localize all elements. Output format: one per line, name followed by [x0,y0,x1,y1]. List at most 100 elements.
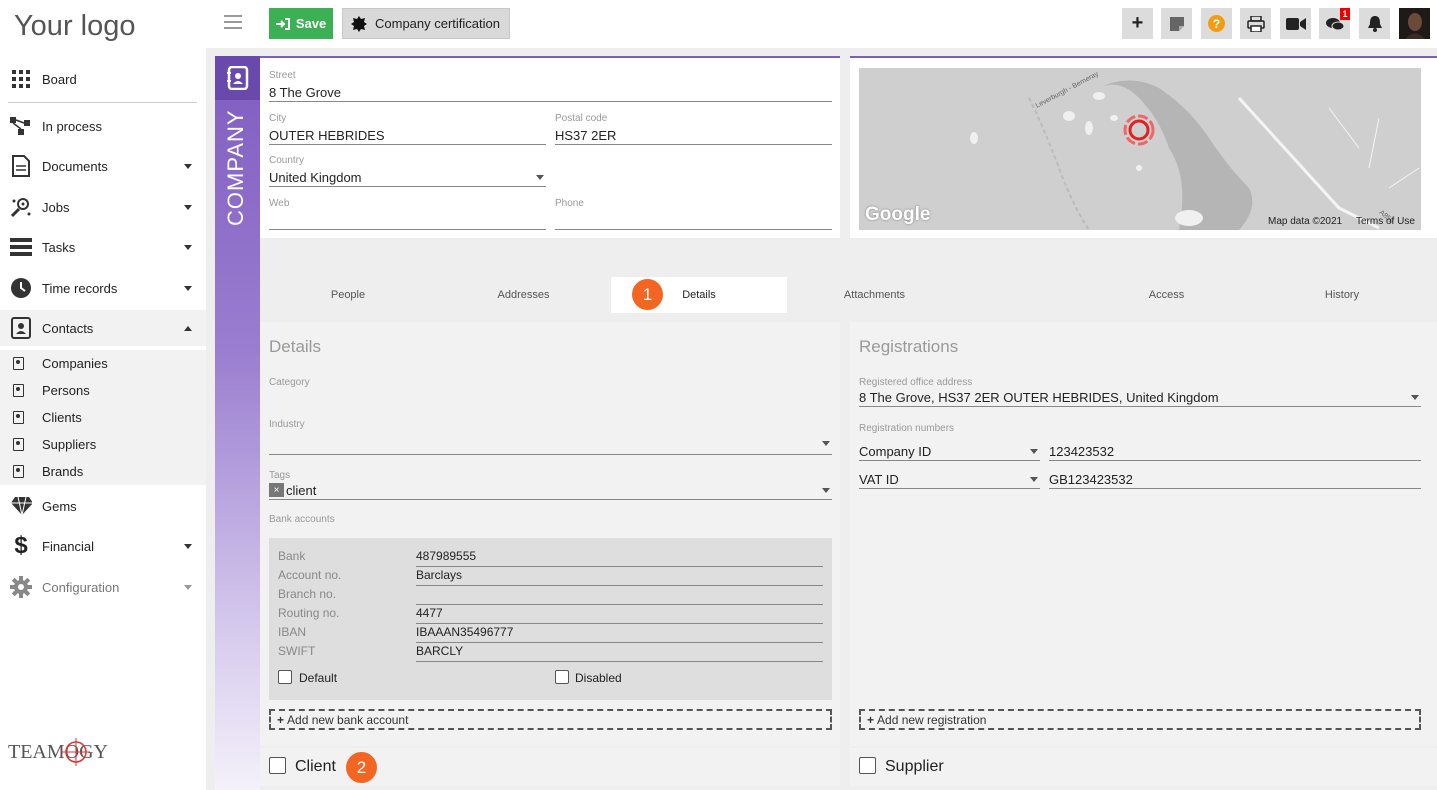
add-bank-label: Add new bank account [287,712,409,727]
video-button[interactable] [1280,8,1311,39]
sidebar-item-label: Tasks [42,239,76,255]
add-registration-button[interactable]: + Add new registration [859,709,1421,730]
sidebar-item-jobs[interactable]: Jobs [0,189,206,225]
sidebar-item-configuration[interactable]: Configuration [0,569,206,605]
print-icon [1246,15,1265,32]
company-certification-button[interactable]: Company certification [342,8,510,39]
clock-icon [10,277,32,299]
brand-logo: TEAMOGY [8,736,123,776]
video-icon [1285,17,1306,30]
sidebar-item-board[interactable]: Board [0,61,206,97]
default-checkbox[interactable] [278,670,292,684]
sidebar-item-gems[interactable]: Gems [0,488,206,524]
bank-row-iban[interactable]: IBAN IBAAAN35496777 [269,624,832,643]
sidebar-subitem-label: Suppliers [42,437,97,452]
sidebar-item-time-records[interactable]: Time records [0,270,206,306]
sidebar-item-label: Configuration [42,579,120,595]
bank-row-value: BARCLY [416,644,464,658]
registration-type-value: Company ID [859,444,932,459]
country-select[interactable]: Country United Kingdom [269,155,546,189]
sidebar-item-documents[interactable]: Documents [0,148,206,184]
tags-select[interactable]: Tags × client [269,470,832,504]
caret-down-icon [1411,395,1419,400]
sidebar-item-contacts[interactable]: Contacts [0,310,206,346]
menu-icon[interactable] [224,15,242,29]
country-value: United Kingdom [269,170,362,185]
registration-numbers-label: Registration numbers [859,423,955,434]
registration-number-field[interactable]: 123423532 [1049,440,1421,462]
registered-office-select[interactable]: Registered office address 8 The Grove, H… [859,377,1421,411]
office-value: 8 The Grove, HS37 2ER OUTER HEBRIDES, Un… [859,390,1219,405]
supplier-checkbox[interactable] [859,757,876,774]
help-button[interactable]: ? [1201,8,1232,39]
default-label: Default [299,671,338,685]
phone-field[interactable]: Phone [555,198,832,232]
add-button[interactable]: + [1122,8,1153,39]
tab-access[interactable]: Access [1079,277,1254,313]
tab-history[interactable]: History [1254,277,1430,313]
top-bar: Save Company certification + ? 1 [206,0,1437,48]
category-field[interactable]: Category [269,377,832,411]
add-bank-account-button[interactable]: + Add new bank account [269,709,832,730]
sidebar-subitem-persons[interactable]: Persons [0,377,206,404]
chevron-down-icon [184,245,192,250]
postal-code-field[interactable]: Postal code HS37 2ER [555,113,832,147]
bank-row-account[interactable]: Account no. Barclays [269,567,832,586]
city-value: OUTER HEBRIDES [269,128,385,143]
details-card: Details Category Industry Tags × client … [260,322,840,746]
contact-card-icon [13,411,24,424]
remove-tag-icon[interactable]: × [269,483,284,497]
client-checkbox[interactable] [269,757,286,774]
tab-people[interactable]: People [260,277,436,313]
sidebar-item-label: Gems [42,498,77,514]
registration-number-field[interactable]: GB123423532 [1049,468,1421,490]
map[interactable]: Leverburgh - Berneray A859 Google Map da… [859,68,1421,230]
bank-row-value: Barclays [416,568,463,582]
bank-row-label: Account no. [278,568,342,582]
bank-row-swift[interactable]: SWIFT BARCLY [269,643,832,662]
step-badge-1: 1 [632,279,663,310]
tab-label: History [1324,289,1360,301]
city-field[interactable]: City OUTER HEBRIDES [269,113,546,147]
registration-type-select[interactable]: Company ID [859,440,1040,462]
note-button[interactable] [1161,8,1192,39]
sidebar-subitem-label: Brands [42,464,84,479]
industry-select[interactable]: Industry [269,419,832,455]
sidebar-item-in-process[interactable]: In process [0,108,206,144]
bank-row-bank[interactable]: Bank 487989555 [269,548,832,567]
bank-row-routing[interactable]: Routing no. 4477 [269,605,832,624]
print-button[interactable] [1240,8,1271,39]
sidebar-subitem-clients[interactable]: Clients [0,404,206,431]
sidebar-subitem-suppliers[interactable]: Suppliers [0,431,206,458]
add-registration-label: Add new registration [877,712,987,727]
sticky-note-icon [1169,16,1184,31]
tab-label: People [330,289,366,301]
chat-button[interactable]: 1 [1319,8,1350,39]
bank-row-branch[interactable]: Branch no. [269,586,832,605]
sidebar-item-tasks[interactable]: Tasks [0,229,206,265]
street-field[interactable]: Street 8 The Grove [269,70,832,104]
avatar[interactable] [1399,8,1430,39]
sidebar-subitem-companies[interactable]: Companies [0,350,206,377]
disabled-checkbox[interactable] [555,670,569,684]
notifications-button[interactable] [1359,8,1390,39]
tab-attachments[interactable]: Attachments [787,277,962,313]
save-button[interactable]: Save [269,8,333,39]
web-field[interactable]: Web [269,198,546,232]
tab-addresses[interactable]: Addresses [436,277,611,313]
terms-link[interactable]: Terms of Use [1356,216,1415,227]
chevron-up-icon [184,326,192,331]
step-badge-2: 2 [346,752,377,783]
brand-text: TEAMOGY [8,741,108,763]
registration-type-value: VAT ID [859,472,899,487]
registration-type-select[interactable]: VAT ID [859,468,1040,490]
sign-in-icon [275,17,290,30]
sidebar-item-financial[interactable]: $ Financial [0,528,206,564]
web-label: Web [269,198,290,209]
sidebar-subitem-label: Clients [42,410,82,425]
bank-row-label: Bank [278,549,306,563]
sidebar-subitem-brands[interactable]: Brands [0,458,206,485]
main-content: COMPANY Street 8 The Grove City OUTER HE… [206,48,1437,790]
map-card: Leverburgh - Berneray A859 Google Map da… [850,56,1437,238]
bank-row-value: IBAAAN35496777 [416,625,514,639]
